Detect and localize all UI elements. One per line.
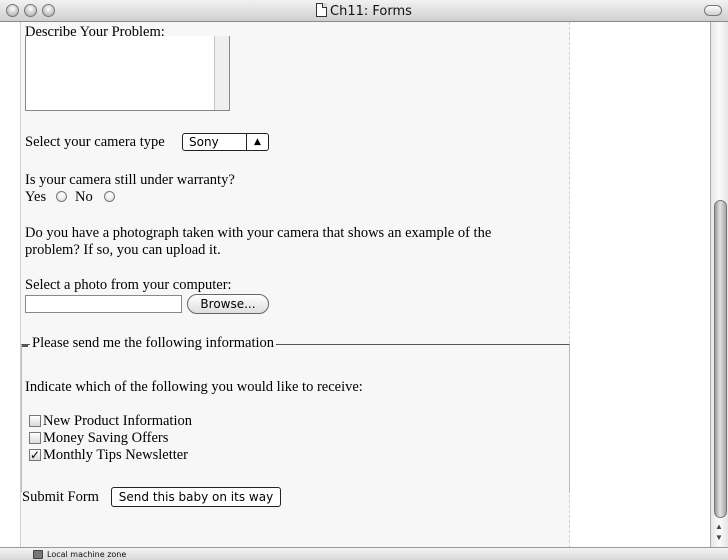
fieldset-legend: Please send me the following information	[30, 335, 277, 352]
warranty-question: Is your camera still under warranty?	[25, 172, 235, 188]
select-photo-label: Select a photo from your computer:	[25, 277, 232, 293]
describe-problem-textarea[interactable]	[25, 36, 230, 111]
security-zone-label: Local machine zone	[47, 550, 127, 559]
document-icon	[316, 3, 328, 17]
photo-question-line1: Do you have a photograph taken with your…	[25, 225, 492, 241]
window-title: Ch11: Forms	[330, 4, 412, 19]
status-bar: Local machine zone	[0, 547, 728, 560]
toolbar-toggle-button[interactable]	[704, 5, 722, 16]
computer-icon	[33, 550, 43, 559]
new-product-label: New Product Information	[43, 413, 192, 429]
browse-button[interactable]: Browse...	[187, 294, 269, 314]
scroll-up-icon[interactable]: ▲	[715, 522, 723, 532]
photo-question-line2: problem? If so, you can upload it.	[25, 242, 221, 258]
submit-button[interactable]: Send this baby on its way	[111, 487, 281, 507]
submit-form-label: Submit Form	[22, 489, 99, 505]
camera-type-select[interactable]: Sony ▲	[182, 133, 269, 151]
new-product-checkbox[interactable]	[29, 415, 41, 427]
warranty-yes-label: Yes	[25, 189, 47, 205]
money-saving-label: Money Saving Offers	[43, 430, 169, 446]
monthly-tips-label: Monthly Tips Newsletter	[43, 447, 189, 463]
camera-type-label: Select your camera type	[25, 134, 165, 150]
money-saving-checkbox[interactable]	[29, 432, 41, 444]
window-title-area: Ch11: Forms	[0, 3, 728, 19]
warranty-no-radio[interactable]	[104, 191, 115, 202]
select-arrows-icon: ▲	[246, 134, 268, 150]
vertical-scrollbar[interactable]: ▲ ▼	[710, 22, 728, 547]
warranty-yes-radio[interactable]	[56, 191, 67, 202]
page-content: Describe Your Problem: Select your camer…	[0, 22, 710, 547]
camera-type-value: Sony	[189, 135, 219, 149]
photo-file-input[interactable]	[25, 295, 182, 313]
monthly-tips-checkbox[interactable]: ✓	[29, 449, 41, 461]
warranty-no-label: No	[75, 189, 93, 205]
scrollbar-thumb[interactable]	[714, 200, 727, 518]
window-titlebar: Ch11: Forms	[0, 0, 728, 22]
receive-instructions: Indicate which of the following you woul…	[25, 379, 363, 395]
scroll-down-icon[interactable]: ▼	[715, 533, 723, 543]
